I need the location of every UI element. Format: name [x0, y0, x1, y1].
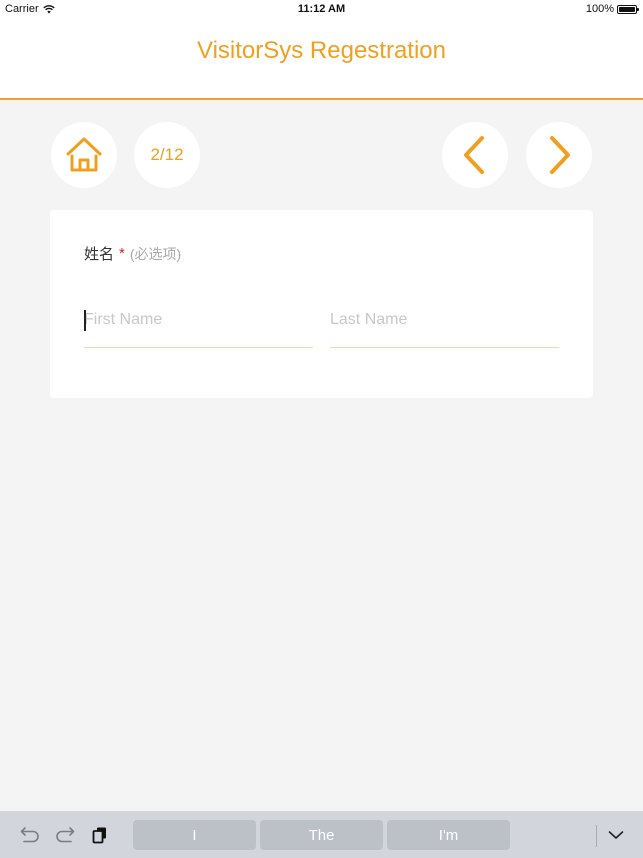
- suggestion-button[interactable]: I'm: [387, 820, 510, 850]
- name-field-label: 姓名 * (必选项): [84, 243, 181, 264]
- dismiss-keyboard-button[interactable]: [605, 824, 627, 846]
- last-name-field: [330, 302, 559, 348]
- page-indicator-button[interactable]: 2/12: [134, 122, 200, 188]
- redo-icon: [56, 827, 75, 843]
- first-name-input[interactable]: [84, 302, 313, 338]
- previous-button[interactable]: [442, 122, 508, 188]
- keyboard-accessory-bar: I The I'm: [0, 811, 643, 858]
- home-button[interactable]: [51, 122, 117, 188]
- page-title: VisitorSys Regestration: [197, 37, 446, 64]
- app-header: VisitorSys Regestration: [0, 18, 643, 100]
- name-form-card: 姓名 * (必选项): [50, 210, 593, 398]
- required-hint: (必选项): [129, 245, 182, 262]
- redo-button[interactable]: [54, 824, 76, 846]
- suggestion-button[interactable]: I: [133, 820, 256, 850]
- name-label-text: 姓名: [84, 246, 115, 263]
- paste-button[interactable]: [89, 824, 111, 846]
- toolbar-divider: [596, 825, 597, 847]
- first-name-field: [84, 302, 313, 348]
- battery-icon: [617, 4, 639, 14]
- undo-icon: [20, 827, 39, 843]
- text-cursor: [84, 310, 86, 331]
- status-bar: Carrier 11:12 AM 100%: [0, 0, 643, 18]
- battery-percent: 100%: [585, 3, 614, 15]
- undo-button[interactable]: [19, 824, 41, 846]
- battery-info: 100%: [585, 3, 639, 15]
- required-asterisk: *: [119, 245, 125, 262]
- last-name-input[interactable]: [330, 302, 559, 338]
- chevron-left-icon: [464, 136, 484, 174]
- paste-icon: [92, 827, 106, 844]
- home-icon: [66, 137, 102, 172]
- status-time: 11:12 AM: [297, 3, 346, 15]
- chevron-right-icon: [550, 136, 570, 174]
- chevron-down-icon: [608, 831, 624, 839]
- page-indicator: 2/12: [150, 145, 184, 164]
- next-button[interactable]: [526, 122, 592, 188]
- suggestion-button[interactable]: The: [260, 820, 383, 850]
